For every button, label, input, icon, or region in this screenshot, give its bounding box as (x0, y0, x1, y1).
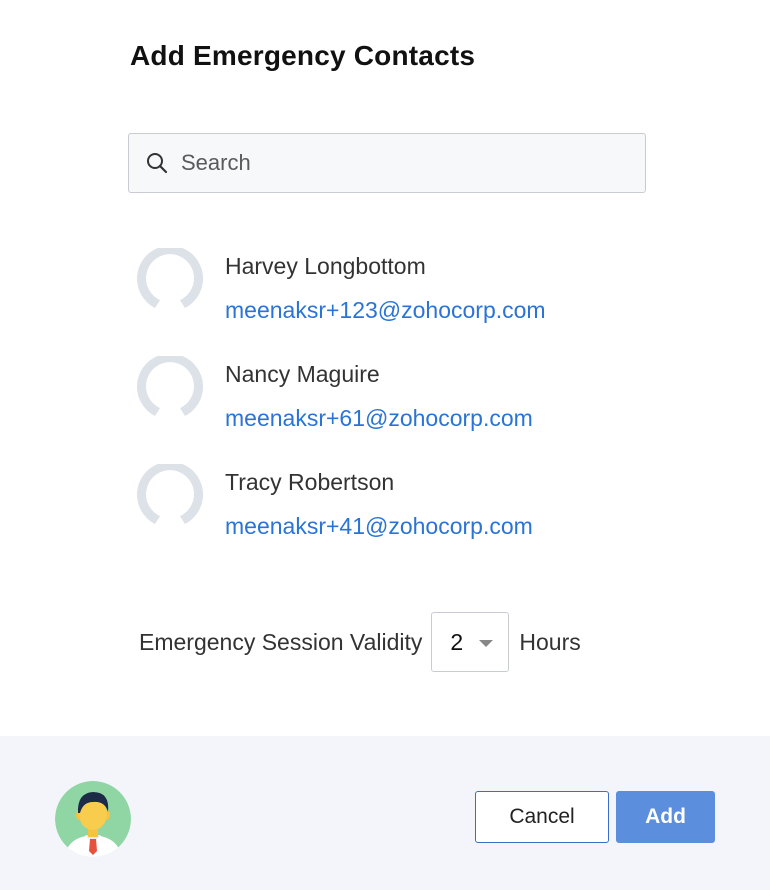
user-avatar-icon (55, 781, 131, 857)
contact-list: Harvey Longbottom meenaksr+123@zohocorp.… (133, 248, 653, 572)
dialog-footer: Cancel Add (0, 736, 770, 890)
validity-selected-value: 2 (450, 628, 464, 655)
contact-item[interactable]: Harvey Longbottom meenaksr+123@zohocorp.… (133, 248, 653, 356)
contact-name: Harvey Longbottom (225, 253, 426, 279)
default-avatar-icon (137, 356, 203, 416)
contact-email-link[interactable]: meenaksr+123@zohocorp.com (225, 297, 546, 324)
validity-unit-label: Hours (519, 628, 581, 655)
session-validity-label: Emergency Session Validity (139, 628, 423, 655)
contact-name: Tracy Robertson (225, 469, 395, 495)
search-icon (147, 153, 168, 174)
session-validity-row: Emergency Session Validity 2 Hours (139, 612, 581, 672)
cancel-button[interactable]: Cancel (475, 791, 609, 843)
search-box[interactable] (128, 133, 646, 193)
add-button[interactable]: Add (616, 791, 715, 843)
contact-email-link[interactable]: meenaksr+41@zohocorp.com (225, 513, 533, 540)
contact-name: Nancy Maguire (225, 361, 380, 387)
validity-hours-select[interactable]: 2 (431, 612, 510, 672)
contact-email-link[interactable]: meenaksr+61@zohocorp.com (225, 405, 533, 432)
chevron-down-icon (479, 639, 494, 647)
default-avatar-icon (137, 464, 203, 524)
contact-item[interactable]: Tracy Robertson meenaksr+41@zohocorp.com (133, 464, 653, 572)
contact-item[interactable]: Nancy Maguire meenaksr+61@zohocorp.com (133, 356, 653, 464)
search-input[interactable] (181, 150, 601, 176)
dialog-title: Add Emergency Contacts (130, 40, 476, 71)
default-avatar-icon (137, 248, 203, 308)
